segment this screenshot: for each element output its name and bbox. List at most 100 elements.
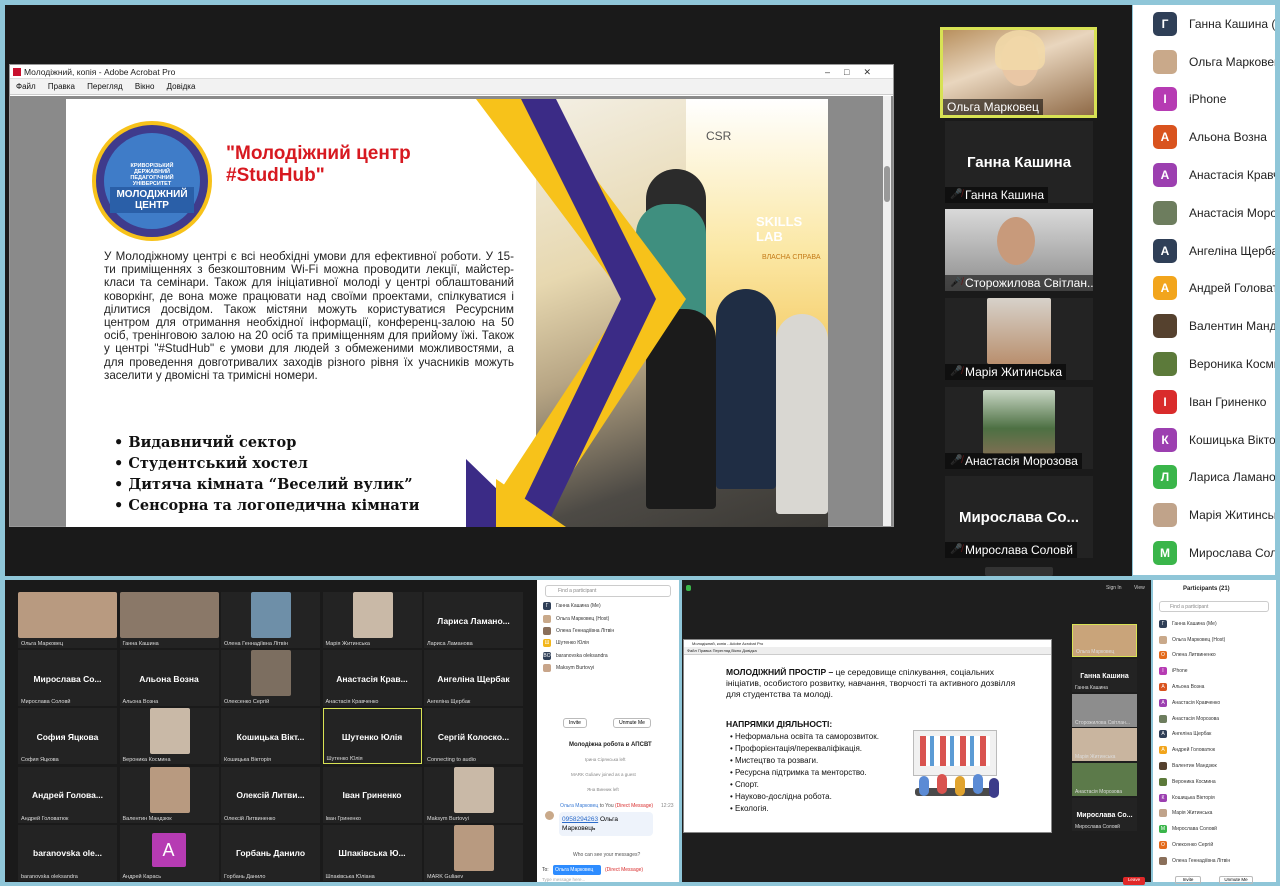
br-participant-row[interactable]: Г Ганна Кашина (Me) bbox=[1153, 616, 1276, 632]
br-participant-row[interactable]: Марія Житинська bbox=[1153, 806, 1276, 822]
gallery-tile[interactable]: София Яцкова София Яцкова bbox=[18, 708, 117, 765]
gallery-tile[interactable]: Ангеліна Щербак Ангеліна Щербак bbox=[424, 650, 523, 707]
participant-row[interactable]: М Мирослава Соловй bbox=[1133, 534, 1275, 572]
list-item[interactable]: Олена Геннадіївна Літвін bbox=[537, 625, 679, 637]
participant-row[interactable]: Ольга Марковец (Host) bbox=[1133, 43, 1275, 81]
participant-row[interactable]: IiPhone bbox=[1133, 81, 1275, 119]
br-participant-row[interactable]: Анастасія Морозова bbox=[1153, 711, 1276, 727]
unmute-me-button[interactable]: Unmute Me bbox=[613, 718, 651, 728]
gallery-tile[interactable]: MARK Guliaev bbox=[424, 824, 523, 881]
participant-row[interactable]: Вероника Космина bbox=[1133, 345, 1275, 383]
gallery-tile[interactable]: A Андрей Карась bbox=[119, 824, 219, 881]
participant-row[interactable]: К Кошицька Вікторія bbox=[1133, 421, 1275, 459]
pdf-scrollbar[interactable] bbox=[883, 96, 891, 526]
list-item[interactable]: Ольга Марковец (Host) bbox=[537, 612, 679, 624]
menu-file[interactable]: Файл bbox=[16, 82, 36, 91]
gallery-tile[interactable]: Марія Житинська bbox=[322, 592, 422, 648]
small-video-tile[interactable]: Ганна Кашина Ганна Кашина bbox=[1072, 658, 1137, 692]
gallery-tile[interactable]: Олексій Литви... Олексій Литвиненко bbox=[221, 766, 320, 823]
gallery-tile[interactable]: Кошицька Вікт... Кошицька Вікторія bbox=[221, 708, 320, 765]
participant-row[interactable]: Валентин Мандзюк bbox=[1133, 307, 1275, 345]
gallery-tile[interactable]: Валентин Мандзюк bbox=[119, 766, 219, 823]
gallery-name: Олексій Литвиненко bbox=[224, 815, 276, 822]
br-participant-row[interactable]: IiPhone bbox=[1153, 663, 1276, 679]
find-participant-input[interactable]: Find a participant bbox=[545, 585, 671, 597]
participant-row[interactable]: Анастасія Морозова bbox=[1133, 194, 1275, 232]
br-participant-row[interactable]: К Кошицька Вікторія bbox=[1153, 790, 1276, 806]
br-participant-row[interactable]: А Анастасія Кравченко bbox=[1153, 695, 1276, 711]
list-item[interactable]: BO baranovska oleksandra bbox=[537, 650, 679, 662]
gallery-tile[interactable]: Олена Геннадіївна Літвін bbox=[221, 592, 320, 648]
participant-row[interactable]: А Анастасія Кравченко bbox=[1133, 156, 1275, 194]
br-participant-row[interactable]: Олена Геннадіївна Літвін bbox=[1153, 853, 1276, 869]
list-item[interactable]: Maksym Burtovyi bbox=[537, 662, 679, 674]
signin-link[interactable]: Sign In bbox=[1106, 585, 1122, 591]
br-search-input[interactable]: Find a participant bbox=[1159, 601, 1269, 612]
small-video-tile[interactable]: Анастасія Морозова bbox=[1072, 763, 1137, 797]
participant-row[interactable]: А Ангеліна Щербак bbox=[1133, 232, 1275, 270]
invite-button[interactable]: Invite bbox=[563, 718, 587, 728]
br-participant-row[interactable]: М Мирослава Соловй bbox=[1153, 821, 1276, 837]
br-participant-row[interactable]: А Ангеліна Щербак bbox=[1153, 727, 1276, 743]
small-video-tile[interactable]: Мирослава Со... Мирослава Соловй bbox=[1072, 798, 1137, 831]
window-controls[interactable]: –□✕ bbox=[825, 65, 885, 79]
gallery-tile[interactable]: baranovska ole... baranovska oleksandra bbox=[18, 824, 117, 881]
chat-message-input[interactable]: Type message here... bbox=[542, 877, 585, 882]
br-participant-row[interactable]: Валентин Мандзюк bbox=[1153, 758, 1276, 774]
view-button[interactable]: View bbox=[1134, 585, 1145, 591]
small-video-tile[interactable]: Ольга Марковец bbox=[1072, 624, 1137, 657]
gallery-tile[interactable]: Андрей Голова... Андрей Головатюк bbox=[18, 766, 117, 823]
br-mute-button[interactable]: Unmute Me bbox=[1219, 876, 1253, 884]
gallery-tile[interactable]: Шпаківська Ю... Шпаківська Юліана bbox=[322, 824, 422, 881]
gallery-tile[interactable]: Вероника Космина bbox=[119, 708, 219, 765]
video-tile[interactable]: 🎤̸ Анастасія Морозова bbox=[945, 387, 1093, 469]
gallery-tile[interactable]: Сергій Колоско... Connecting to audio bbox=[424, 708, 523, 765]
gallery-tile[interactable]: Лариса Ламано... Лариса Ламанова bbox=[424, 592, 523, 648]
gallery-tile[interactable]: Олексенко Сергій bbox=[221, 650, 320, 707]
gallery-tile[interactable]: Ганна Кашина bbox=[119, 592, 219, 648]
gallery-tile[interactable]: Ольга Марковец bbox=[18, 592, 117, 648]
participant-row[interactable]: Л Лариса Ламанова bbox=[1133, 459, 1275, 497]
participant-row[interactable]: А Альона Возна bbox=[1133, 118, 1275, 156]
gallery-tile[interactable]: Горбань Данило Горбань Данило bbox=[221, 824, 320, 881]
br-participant-row[interactable]: А Альона Возна bbox=[1153, 679, 1276, 695]
br-participant-row[interactable]: О Олена Литвиненко bbox=[1153, 648, 1276, 664]
participant-row[interactable]: Марія Житинська bbox=[1133, 496, 1275, 534]
participant-name: Валентин Мандзюк bbox=[1172, 763, 1217, 770]
gallery-tile[interactable]: Анастасія Крав... Анастасія Кравченко bbox=[322, 650, 422, 707]
menu-window[interactable]: Вікно bbox=[135, 82, 154, 91]
menu-edit[interactable]: Правка bbox=[48, 82, 75, 91]
participant-row[interactable]: Г Ганна Кашина (Me) bbox=[1133, 5, 1275, 43]
gallery-tile[interactable]: Мирослава Со... Мирослава Соловй bbox=[18, 650, 117, 707]
gallery-tile[interactable]: Шутенко Юлія Шутенко Юлія bbox=[322, 708, 422, 765]
gallery-tile[interactable]: Альона Возна Альона Возна bbox=[119, 650, 219, 707]
small-video-tile[interactable]: Марія Житинська bbox=[1072, 728, 1137, 762]
video-tile-active-speaker[interactable]: Ольга Марковец bbox=[940, 27, 1097, 118]
video-tile[interactable]: Мирослава Со... 🎤̸ Мирослава Соловй bbox=[945, 476, 1093, 558]
list-item[interactable]: Ш Шутенко Юлія bbox=[537, 637, 679, 649]
leave-button[interactable]: Leave bbox=[1123, 877, 1145, 885]
avatar: К bbox=[1153, 427, 1177, 452]
br-participant-row[interactable]: О Олексенко Сергій bbox=[1153, 837, 1276, 853]
br-participant-row[interactable]: А Андрей Головатюк bbox=[1153, 742, 1276, 758]
list-item[interactable]: Г Ганна Кашина (Me) bbox=[537, 600, 679, 612]
video-strip-scroll-handle[interactable] bbox=[985, 567, 1053, 576]
gallery-tile[interactable]: Іван Гриненко Іван Гриненко bbox=[322, 766, 422, 823]
shared-slide: МОЛОДІЖНИЙ ПРОСТІР – це середовище спілк… bbox=[705, 660, 1030, 831]
menu-view[interactable]: Перегляд bbox=[87, 82, 123, 91]
avatar: Г bbox=[1153, 11, 1177, 36]
small-video-tile[interactable]: Сторожилова Світлан... bbox=[1072, 693, 1137, 727]
gallery-tile[interactable]: Maksym Burtovyi bbox=[424, 766, 523, 823]
participant-row[interactable]: I Іван Гриненко bbox=[1133, 383, 1275, 421]
participant-row[interactable]: А Андрей Головатюк bbox=[1133, 270, 1275, 308]
menu-help[interactable]: Довідка bbox=[167, 82, 196, 91]
br-participant-row[interactable]: Вероника Космина bbox=[1153, 774, 1276, 790]
video-tile[interactable]: 🎤̸ Сторожилова Світлан... bbox=[945, 209, 1093, 291]
br-invite-button[interactable]: Invite bbox=[1175, 876, 1201, 884]
br-participant-row[interactable]: Ольга Марковец (Host) bbox=[1153, 632, 1276, 648]
video-tile[interactable]: Ганна Кашина 🎤̸ Ганна Кашина bbox=[945, 121, 1093, 203]
video-tile[interactable]: 🎤̸ Марія Житинська bbox=[945, 298, 1093, 380]
chat-phone-link[interactable]: 0958294263 bbox=[562, 816, 598, 823]
chat-recipient-select[interactable]: Ольга Марковец bbox=[553, 865, 601, 875]
who-can-see-link[interactable]: Who can see your messages? bbox=[573, 852, 640, 858]
